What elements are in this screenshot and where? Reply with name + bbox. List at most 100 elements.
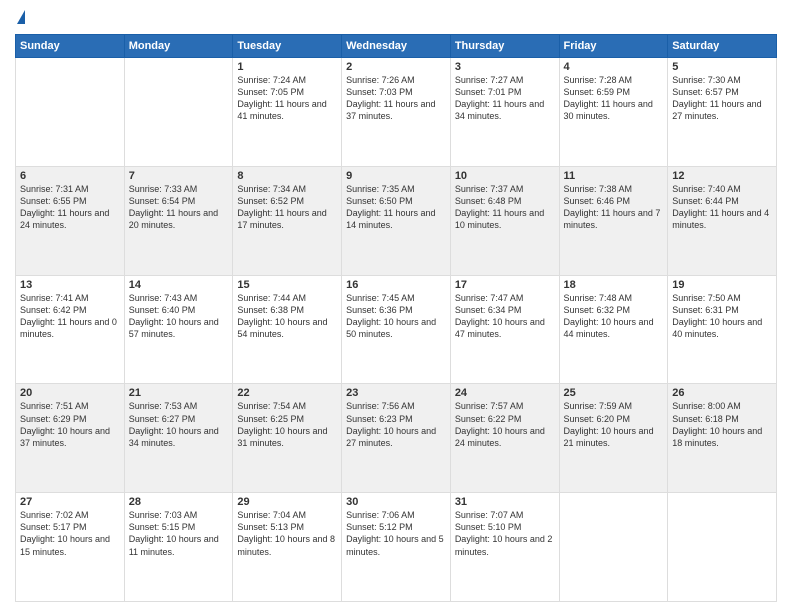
weekday-header-row: SundayMondayTuesdayWednesdayThursdayFrid… (16, 35, 777, 58)
day-number: 10 (455, 170, 555, 182)
logo-triangle-icon (17, 10, 25, 24)
cell-details: Sunrise: 7:24 AM Sunset: 7:05 PM Dayligh… (237, 74, 337, 123)
calendar-cell (559, 493, 668, 602)
day-number: 21 (129, 387, 229, 399)
weekday-header-saturday: Saturday (668, 35, 777, 58)
calendar-week-3: 13Sunrise: 7:41 AM Sunset: 6:42 PM Dayli… (16, 275, 777, 384)
cell-details: Sunrise: 7:28 AM Sunset: 6:59 PM Dayligh… (564, 74, 664, 123)
cell-details: Sunrise: 7:47 AM Sunset: 6:34 PM Dayligh… (455, 292, 555, 341)
day-number: 8 (237, 170, 337, 182)
calendar-cell: 19Sunrise: 7:50 AM Sunset: 6:31 PM Dayli… (668, 275, 777, 384)
day-number: 14 (129, 279, 229, 291)
calendar-cell: 26Sunrise: 8:00 AM Sunset: 6:18 PM Dayli… (668, 384, 777, 493)
cell-details: Sunrise: 7:06 AM Sunset: 5:12 PM Dayligh… (346, 509, 446, 558)
day-number: 5 (672, 61, 772, 73)
day-number: 2 (346, 61, 446, 73)
calendar-cell: 4Sunrise: 7:28 AM Sunset: 6:59 PM Daylig… (559, 58, 668, 167)
calendar-cell: 29Sunrise: 7:04 AM Sunset: 5:13 PM Dayli… (233, 493, 342, 602)
cell-details: Sunrise: 7:33 AM Sunset: 6:54 PM Dayligh… (129, 183, 229, 232)
day-number: 26 (672, 387, 772, 399)
weekday-header-wednesday: Wednesday (342, 35, 451, 58)
day-number: 23 (346, 387, 446, 399)
calendar-table: SundayMondayTuesdayWednesdayThursdayFrid… (15, 34, 777, 602)
cell-details: Sunrise: 7:54 AM Sunset: 6:25 PM Dayligh… (237, 400, 337, 449)
day-number: 24 (455, 387, 555, 399)
calendar-cell (124, 58, 233, 167)
day-number: 27 (20, 496, 120, 508)
day-number: 18 (564, 279, 664, 291)
calendar-cell: 13Sunrise: 7:41 AM Sunset: 6:42 PM Dayli… (16, 275, 125, 384)
cell-details: Sunrise: 7:40 AM Sunset: 6:44 PM Dayligh… (672, 183, 772, 232)
day-number: 15 (237, 279, 337, 291)
day-number: 11 (564, 170, 664, 182)
calendar-cell: 21Sunrise: 7:53 AM Sunset: 6:27 PM Dayli… (124, 384, 233, 493)
calendar-cell: 14Sunrise: 7:43 AM Sunset: 6:40 PM Dayli… (124, 275, 233, 384)
cell-details: Sunrise: 7:57 AM Sunset: 6:22 PM Dayligh… (455, 400, 555, 449)
calendar-cell: 17Sunrise: 7:47 AM Sunset: 6:34 PM Dayli… (450, 275, 559, 384)
cell-details: Sunrise: 7:44 AM Sunset: 6:38 PM Dayligh… (237, 292, 337, 341)
header (15, 10, 777, 26)
weekday-header-tuesday: Tuesday (233, 35, 342, 58)
day-number: 6 (20, 170, 120, 182)
day-number: 16 (346, 279, 446, 291)
cell-details: Sunrise: 7:38 AM Sunset: 6:46 PM Dayligh… (564, 183, 664, 232)
calendar-cell: 12Sunrise: 7:40 AM Sunset: 6:44 PM Dayli… (668, 166, 777, 275)
calendar-cell: 7Sunrise: 7:33 AM Sunset: 6:54 PM Daylig… (124, 166, 233, 275)
cell-details: Sunrise: 7:48 AM Sunset: 6:32 PM Dayligh… (564, 292, 664, 341)
cell-details: Sunrise: 7:43 AM Sunset: 6:40 PM Dayligh… (129, 292, 229, 341)
day-number: 4 (564, 61, 664, 73)
calendar-week-1: 1Sunrise: 7:24 AM Sunset: 7:05 PM Daylig… (16, 58, 777, 167)
calendar-cell: 11Sunrise: 7:38 AM Sunset: 6:46 PM Dayli… (559, 166, 668, 275)
day-number: 9 (346, 170, 446, 182)
day-number: 29 (237, 496, 337, 508)
logo (15, 10, 25, 26)
cell-details: Sunrise: 8:00 AM Sunset: 6:18 PM Dayligh… (672, 400, 772, 449)
calendar-cell (16, 58, 125, 167)
cell-details: Sunrise: 7:03 AM Sunset: 5:15 PM Dayligh… (129, 509, 229, 558)
calendar-cell: 15Sunrise: 7:44 AM Sunset: 6:38 PM Dayli… (233, 275, 342, 384)
calendar-cell: 27Sunrise: 7:02 AM Sunset: 5:17 PM Dayli… (16, 493, 125, 602)
weekday-header-sunday: Sunday (16, 35, 125, 58)
cell-details: Sunrise: 7:56 AM Sunset: 6:23 PM Dayligh… (346, 400, 446, 449)
cell-details: Sunrise: 7:35 AM Sunset: 6:50 PM Dayligh… (346, 183, 446, 232)
calendar-cell: 3Sunrise: 7:27 AM Sunset: 7:01 PM Daylig… (450, 58, 559, 167)
cell-details: Sunrise: 7:51 AM Sunset: 6:29 PM Dayligh… (20, 400, 120, 449)
cell-details: Sunrise: 7:34 AM Sunset: 6:52 PM Dayligh… (237, 183, 337, 232)
day-number: 28 (129, 496, 229, 508)
cell-details: Sunrise: 7:31 AM Sunset: 6:55 PM Dayligh… (20, 183, 120, 232)
day-number: 19 (672, 279, 772, 291)
weekday-header-friday: Friday (559, 35, 668, 58)
cell-details: Sunrise: 7:07 AM Sunset: 5:10 PM Dayligh… (455, 509, 555, 558)
cell-details: Sunrise: 7:27 AM Sunset: 7:01 PM Dayligh… (455, 74, 555, 123)
day-number: 22 (237, 387, 337, 399)
calendar-cell: 6Sunrise: 7:31 AM Sunset: 6:55 PM Daylig… (16, 166, 125, 275)
day-number: 3 (455, 61, 555, 73)
cell-details: Sunrise: 7:04 AM Sunset: 5:13 PM Dayligh… (237, 509, 337, 558)
cell-details: Sunrise: 7:30 AM Sunset: 6:57 PM Dayligh… (672, 74, 772, 123)
cell-details: Sunrise: 7:26 AM Sunset: 7:03 PM Dayligh… (346, 74, 446, 123)
page: SundayMondayTuesdayWednesdayThursdayFrid… (0, 0, 792, 612)
day-number: 31 (455, 496, 555, 508)
day-number: 1 (237, 61, 337, 73)
day-number: 30 (346, 496, 446, 508)
cell-details: Sunrise: 7:02 AM Sunset: 5:17 PM Dayligh… (20, 509, 120, 558)
calendar-cell: 5Sunrise: 7:30 AM Sunset: 6:57 PM Daylig… (668, 58, 777, 167)
cell-details: Sunrise: 7:53 AM Sunset: 6:27 PM Dayligh… (129, 400, 229, 449)
calendar-cell: 16Sunrise: 7:45 AM Sunset: 6:36 PM Dayli… (342, 275, 451, 384)
calendar-cell: 30Sunrise: 7:06 AM Sunset: 5:12 PM Dayli… (342, 493, 451, 602)
calendar-cell: 22Sunrise: 7:54 AM Sunset: 6:25 PM Dayli… (233, 384, 342, 493)
calendar-cell: 18Sunrise: 7:48 AM Sunset: 6:32 PM Dayli… (559, 275, 668, 384)
cell-details: Sunrise: 7:59 AM Sunset: 6:20 PM Dayligh… (564, 400, 664, 449)
cell-details: Sunrise: 7:41 AM Sunset: 6:42 PM Dayligh… (20, 292, 120, 341)
weekday-header-monday: Monday (124, 35, 233, 58)
cell-details: Sunrise: 7:50 AM Sunset: 6:31 PM Dayligh… (672, 292, 772, 341)
weekday-header-thursday: Thursday (450, 35, 559, 58)
calendar-cell (668, 493, 777, 602)
cell-details: Sunrise: 7:37 AM Sunset: 6:48 PM Dayligh… (455, 183, 555, 232)
calendar-week-4: 20Sunrise: 7:51 AM Sunset: 6:29 PM Dayli… (16, 384, 777, 493)
calendar-cell: 25Sunrise: 7:59 AM Sunset: 6:20 PM Dayli… (559, 384, 668, 493)
calendar-week-5: 27Sunrise: 7:02 AM Sunset: 5:17 PM Dayli… (16, 493, 777, 602)
calendar-cell: 23Sunrise: 7:56 AM Sunset: 6:23 PM Dayli… (342, 384, 451, 493)
calendar-cell: 2Sunrise: 7:26 AM Sunset: 7:03 PM Daylig… (342, 58, 451, 167)
calendar-cell: 20Sunrise: 7:51 AM Sunset: 6:29 PM Dayli… (16, 384, 125, 493)
